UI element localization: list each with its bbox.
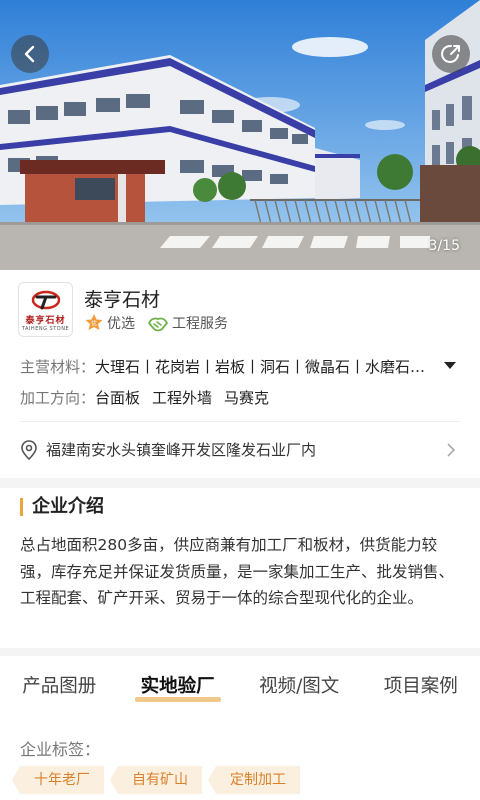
- divider: [20, 421, 460, 422]
- company-logo-mark: [31, 290, 60, 309]
- share-button[interactable]: [432, 35, 470, 73]
- company-tags-label: 企业标签：: [20, 740, 101, 759]
- handshake-icon: [148, 317, 168, 332]
- chevron-right-icon: [447, 443, 456, 457]
- tab-factory-inspection[interactable]: 实地验厂: [134, 672, 221, 702]
- address-row[interactable]: 福建南安水头镇奎峰开发区隆发石业厂内: [20, 439, 460, 460]
- company-tag: 自有矿山: [110, 766, 202, 794]
- processing-tag: 马赛克: [224, 389, 270, 407]
- location-pin-icon: [21, 439, 37, 460]
- tab-video-graphics[interactable]: 视频/图文: [253, 672, 345, 698]
- logo-subtext: TAIHENG STONE: [21, 325, 70, 332]
- processing-tag: 台面板: [95, 389, 141, 407]
- badge-preferred: 优 优选: [84, 313, 135, 333]
- badge-engineering: 工程服务: [147, 313, 228, 333]
- tab-project-cases[interactable]: 项目案例: [378, 672, 464, 698]
- intro-title: 企业介绍: [20, 498, 104, 516]
- company-tag: 定制加工: [208, 766, 300, 794]
- company-intro-section: 企业介绍 总占地面积280多亩，供应商兼有加工厂和板材，供货能力较强，库存充足并…: [0, 488, 480, 648]
- back-button[interactable]: [11, 35, 49, 73]
- badge-engineering-label: 工程服务: [172, 316, 228, 332]
- company-tags: 十年老厂 自有矿山 定制加工: [12, 766, 314, 794]
- tabs-panel: 产品图册 实地验厂 视频/图文 项目案例 企业标签： 十年老厂 自有矿山 定制加…: [0, 656, 480, 800]
- hero-image-carousel[interactable]: 3/15: [0, 0, 480, 270]
- processing-tag: 工程外墙: [152, 389, 213, 407]
- company-tag: 十年老厂: [12, 766, 104, 794]
- tab-bar: 产品图册 实地验厂 视频/图文 项目案例: [0, 672, 480, 702]
- company-card: 泰亨石材 TAIHENG STONE 泰亨石材 优 优选 工程服务 主营材料： …: [0, 270, 480, 478]
- factory-photo: [0, 0, 480, 270]
- arrow-left-icon: [24, 45, 35, 63]
- tab-product-catalog[interactable]: 产品图册: [16, 672, 102, 698]
- company-badges: 优 优选 工程服务: [84, 313, 240, 333]
- intro-text: 总占地面积280多亩，供应商兼有加工厂和板材，供货能力较强，库存充足并保证发货质…: [20, 536, 455, 607]
- company-name: 泰亨石材: [84, 289, 161, 311]
- main-materials-row[interactable]: 主营材料： 大理石丨花岗岩丨岩板丨洞石丨微晶石丨水磨石…: [20, 356, 460, 377]
- main-materials-label: 主营材料：: [20, 358, 96, 376]
- processing-row: 加工方向： 台面板 工程外墙 马赛克: [20, 387, 281, 408]
- caret-down-icon[interactable]: [444, 362, 456, 369]
- medal-icon: 优: [85, 314, 103, 330]
- logo-text: 泰亨石材: [25, 315, 66, 326]
- main-materials-value: 大理石丨花岗岩丨岩板丨洞石丨微晶石丨水磨石…: [95, 358, 426, 376]
- share-icon: [441, 44, 460, 63]
- address-text: 福建南安水头镇奎峰开发区隆发石业厂内: [46, 441, 317, 459]
- processing-label: 加工方向：: [20, 389, 96, 407]
- badge-preferred-label: 优选: [107, 316, 135, 332]
- svg-text:优: 优: [91, 320, 97, 328]
- company-logo: 泰亨石材 TAIHENG STONE: [18, 282, 73, 337]
- image-counter: 3/15: [428, 238, 460, 254]
